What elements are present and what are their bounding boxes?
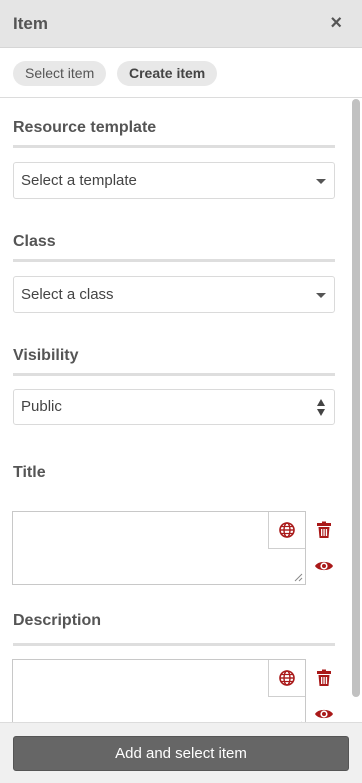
resource-template-select[interactable]: Select a template [13, 162, 335, 199]
visibility-label: Visibility [13, 347, 79, 364]
globe-icon [279, 522, 295, 538]
globe-icon [279, 670, 295, 686]
section-divider [13, 373, 335, 376]
create-item-form: Resource template Select a template Clas… [0, 98, 348, 722]
chevron-down-icon [316, 179, 326, 184]
visibility-value: Public [21, 398, 62, 415]
visibility-select[interactable]: Public [13, 389, 335, 425]
eye-icon[interactable] [314, 705, 334, 722]
language-button[interactable] [268, 660, 305, 697]
sidebar-header: Item × [0, 0, 362, 48]
class-select[interactable]: Select a class [13, 276, 335, 313]
class-label: Class [13, 233, 56, 250]
section-divider [13, 145, 335, 148]
description-input[interactable] [12, 659, 306, 722]
add-and-select-item-button[interactable]: Add and select item [13, 736, 349, 771]
resize-handle-icon[interactable] [293, 572, 303, 582]
sidebar-footer: Add and select item [0, 722, 362, 783]
resource-template-label: Resource template [13, 119, 157, 136]
eye-icon[interactable] [314, 557, 334, 575]
class-value: Select a class [21, 286, 114, 303]
tab-create-item[interactable]: Create item [117, 61, 218, 86]
tab-bar: Select item Create item [0, 48, 362, 98]
chevron-down-icon [316, 293, 326, 298]
title-input[interactable] [12, 511, 306, 585]
title-label: Title [13, 464, 46, 481]
up-down-arrows-icon [317, 399, 327, 417]
scrollbar[interactable] [352, 99, 360, 697]
close-button[interactable]: × [330, 13, 342, 33]
section-divider [13, 643, 335, 646]
language-button[interactable] [268, 512, 305, 549]
sidebar-title: Item [13, 14, 48, 33]
resource-template-value: Select a template [21, 172, 137, 189]
description-label: Description [13, 612, 102, 629]
trash-icon[interactable] [315, 669, 333, 687]
tab-select-item[interactable]: Select item [13, 61, 107, 86]
section-divider [13, 259, 335, 262]
trash-icon[interactable] [315, 521, 333, 539]
